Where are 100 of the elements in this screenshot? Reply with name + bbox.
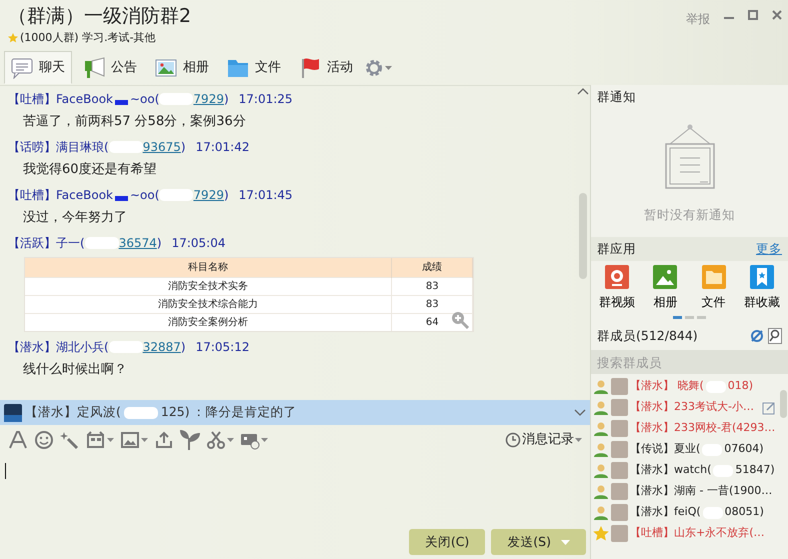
toolbar-button[interactable] — [120, 430, 148, 450]
close-button[interactable]: 关闭(C) — [408, 529, 486, 555]
message-text: ：降分是肯定的了 — [192, 403, 297, 422]
app-button[interactable]: 群视频 — [595, 265, 639, 311]
member-name: 【潜水】湖南 - 一昔(1900… — [630, 483, 772, 500]
member-row[interactable]: 【潜水】233网校-君(4293… — [591, 418, 778, 439]
message-time: 17:01:42 — [196, 139, 250, 156]
member-name: 【潜水】233考试大-小… — [630, 399, 754, 416]
bracket: ) — [224, 187, 229, 204]
sender-name: 【吐槽】FaceBook — [8, 91, 113, 108]
toolbar-button[interactable] — [60, 430, 80, 450]
tab[interactable]: 聊天 — [4, 51, 72, 84]
settings-button[interactable] — [364, 58, 392, 78]
person-icon — [593, 484, 609, 500]
close-icon[interactable] — [772, 10, 782, 20]
member-row[interactable]: 【潜水】feiQ( 08051) — [591, 502, 778, 523]
member-name: 【潜水】watch( — [630, 462, 712, 478]
expand-chevron-icon[interactable] — [574, 409, 586, 416]
avatar-image — [611, 441, 628, 458]
member-row[interactable]: 【潜水】watch( 51847) — [591, 460, 778, 481]
user-id-link[interactable]: 36574 — [84, 234, 157, 252]
user-id-link[interactable]: 7929 — [159, 90, 224, 108]
table-cell: 83 — [392, 277, 472, 295]
bracket: ) — [180, 339, 186, 356]
message-time: 17:05:12 — [196, 339, 250, 356]
member-id: 51847) — [735, 462, 775, 478]
upload-icon — [154, 430, 174, 450]
member-row[interactable]: 【潜水】233考试大-小… — [591, 397, 778, 418]
scrollbar-thumb[interactable] — [780, 390, 786, 418]
send-button[interactable]: 发送(S) — [491, 529, 586, 555]
sender-name: 【话唠】满目琳琅( — [8, 139, 109, 156]
toolbar-button[interactable] — [34, 430, 54, 450]
maximize-icon[interactable] — [748, 10, 758, 20]
caret-icon — [227, 438, 234, 442]
scrollbar-thumb[interactable] — [579, 193, 587, 279]
sender-id: 125) — [160, 403, 190, 422]
avatar-image — [611, 483, 628, 500]
avatar-image — [611, 399, 628, 416]
toolbar-button[interactable] — [180, 430, 200, 450]
person-icon — [593, 378, 609, 394]
member-row[interactable]: 【潜水】湖南 - 一昔(1900… — [591, 481, 778, 502]
avatar-image — [4, 404, 22, 422]
more-link[interactable]: 更多 — [756, 240, 782, 258]
settings-icon — [364, 58, 384, 78]
smiley-icon — [34, 430, 54, 450]
redaction-blur — [84, 237, 119, 249]
message-history-button[interactable]: 消息记录 — [505, 430, 582, 450]
bracket: ) — [224, 91, 229, 108]
toolbar-button[interactable] — [154, 430, 174, 450]
search-icon[interactable] — [768, 328, 782, 344]
bracket: ) — [156, 235, 162, 252]
tab[interactable]: 活动 — [292, 51, 360, 84]
message-time: 17:01:25 — [238, 91, 293, 108]
toolbar-button[interactable] — [206, 430, 234, 450]
person-icon — [593, 504, 609, 520]
redaction-blur — [159, 189, 194, 201]
edit-icon[interactable] — [762, 400, 776, 414]
search-field[interactable]: 搜索群成员 — [591, 350, 788, 374]
member-row[interactable]: 【吐槽】山东+永不放弃(… — [591, 523, 778, 544]
user-id-link[interactable]: 32887 — [108, 338, 181, 356]
user-id-link[interactable]: 93675 — [108, 138, 181, 156]
tab[interactable]: 公告 — [76, 51, 144, 84]
toolbar-button[interactable] — [8, 430, 28, 450]
font-icon — [8, 430, 28, 450]
tab[interactable]: 文件 — [220, 51, 288, 84]
tab[interactable]: 相册 — [148, 51, 216, 84]
app-button[interactable]: 文件 — [692, 265, 736, 311]
table-header-cell: 科目名称 — [25, 258, 392, 277]
collapse-chevron-icon[interactable] — [577, 88, 589, 95]
magic-wand-icon — [60, 430, 80, 450]
group-info: (1000人群) 学习.考试-其他 — [20, 30, 156, 46]
app-button[interactable]: 相册 — [643, 265, 688, 311]
app-button[interactable]: 群收藏 — [740, 265, 784, 311]
person-icon — [593, 420, 609, 436]
sender-name: ~oo( — [130, 187, 160, 204]
new-message-banner[interactable]: 【潜水】定风波( 125) ：降分是肯定的了 — [0, 400, 590, 425]
user-id-link[interactable]: 7929 — [159, 186, 224, 204]
message-time: 17:05:04 — [172, 235, 226, 252]
avatar-image — [611, 504, 628, 521]
member-row[interactable]: 【传说】夏业( 07604) — [591, 439, 778, 460]
zoom-in-icon[interactable] — [451, 311, 469, 329]
person-icon — [593, 442, 609, 458]
toolbar-button[interactable] — [86, 430, 114, 450]
caret-icon — [261, 438, 268, 442]
redaction-blur — [124, 406, 158, 418]
clock-icon — [505, 432, 521, 448]
flag-icon — [299, 56, 321, 78]
video-camera-icon — [605, 265, 629, 289]
sender-name: 【潜水】定风波( — [25, 403, 121, 422]
message-text: 我觉得60度还是有希望 — [22, 161, 158, 179]
text-cursor — [5, 463, 6, 479]
image-icon — [120, 430, 140, 450]
redaction-blur — [108, 341, 143, 353]
table-cell: 消防安全技术综合能力 — [25, 295, 392, 313]
avatar-image — [611, 525, 628, 542]
message-text: 苦逼了，前两科57 分58分，案例36分 — [22, 113, 247, 131]
member-name: 【潜水】feiQ( — [630, 504, 701, 520]
caret-icon — [385, 66, 392, 70]
member-row[interactable]: 【潜水】 晓舞( 018) — [591, 376, 778, 397]
member-name: 【潜水】 晓舞( — [630, 378, 704, 394]
